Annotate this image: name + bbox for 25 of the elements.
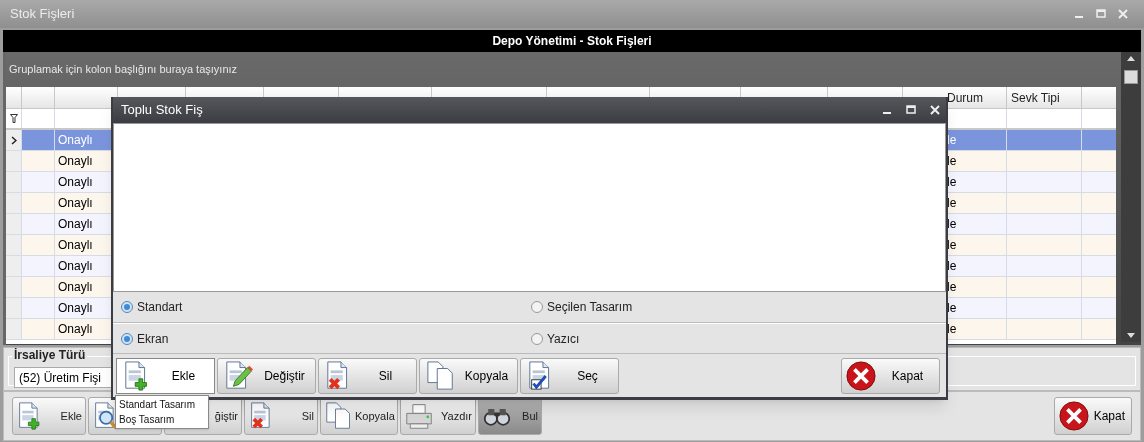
table-cell-text: Onaylı xyxy=(58,216,93,233)
table-cell-text: Onaylı xyxy=(58,132,93,149)
table-cell-text: Onaylı xyxy=(58,258,93,275)
header-bar: Depo Yönetimi - Stok Fişleri xyxy=(3,30,1141,52)
table-cell-text: Onaylı xyxy=(58,195,93,212)
group-label: İrsaliye Türü xyxy=(12,348,88,362)
table-cell-text: le xyxy=(947,216,957,233)
table-cell-text: le xyxy=(947,153,957,170)
table-cell-text: Onaylı xyxy=(58,321,93,338)
table-cell-text: le xyxy=(947,300,957,317)
group-hint: Gruplamak için kolon başlığını buraya taşıyınız xyxy=(9,62,238,78)
table-cell-text: le xyxy=(947,132,957,149)
table-cell-text: le xyxy=(947,195,957,212)
table-cell-text: Onaylı xyxy=(58,279,93,296)
window-title: Stok Fişleri xyxy=(10,5,75,24)
table-cell-text: Onaylı xyxy=(58,174,93,191)
table-cell-text: le xyxy=(947,321,957,338)
table-cell-text: le xyxy=(947,237,957,254)
table-cell-text: Onaylı xyxy=(58,153,93,170)
table-cell-text: le xyxy=(947,279,957,296)
dialog-title: Toplu Stok Fiş xyxy=(121,101,203,120)
table-cell-text: le xyxy=(947,174,957,191)
table-cell-text: le xyxy=(947,258,957,275)
table-cell-text: Onaylı xyxy=(58,300,93,317)
table-cell-text: Onaylı xyxy=(58,237,93,254)
